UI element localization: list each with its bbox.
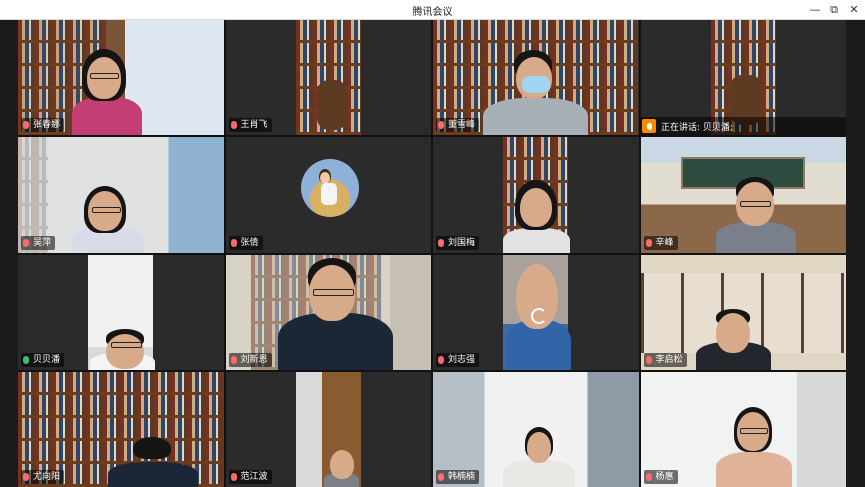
- participant-video: [503, 180, 570, 253]
- participant-name-label: 张春娜: [21, 118, 65, 133]
- participant-name-label: 张倩: [228, 235, 263, 250]
- participant-video: [108, 436, 198, 487]
- video-tile[interactable]: 刘国梅: [433, 137, 639, 253]
- video-grid: 张春娜 王肖飞 董雪峰 正在讲话: 贝贝潘; 吴萍 张倩 刘国梅 辛峰 贝贝潘 …: [18, 20, 846, 487]
- participant-video: [715, 406, 792, 487]
- participant-name-label: 李启松: [643, 352, 687, 367]
- mic-muted-icon: [230, 121, 237, 130]
- window-title-bar: 腾讯会议 — ⧉ ✕: [0, 0, 865, 20]
- video-tile[interactable]: 杨惠: [640, 371, 846, 487]
- video-tile[interactable]: 贝贝潘: [18, 254, 224, 370]
- video-tile[interactable]: 王肖飞: [225, 20, 431, 136]
- video-tile[interactable]: 刘新恩: [225, 254, 431, 370]
- minimize-button[interactable]: —: [807, 2, 823, 18]
- participant-name-label: 范江波: [228, 470, 272, 484]
- speaking-indicator: 正在讲话: 贝贝潘;: [640, 117, 846, 135]
- mic-muted-icon: [645, 238, 652, 247]
- video-tile[interactable]: 张倩: [225, 137, 431, 253]
- video-tile[interactable]: 吴萍: [18, 137, 224, 253]
- participant-name-label: 贝贝潘: [21, 352, 65, 367]
- mic-muted-icon: [438, 238, 444, 247]
- participant-name-label: 杨惠: [643, 470, 678, 484]
- video-tile[interactable]: 辛峰: [640, 137, 846, 253]
- maximize-button[interactable]: ⧉: [826, 2, 842, 18]
- mic-muted-icon: [438, 355, 444, 364]
- video-tile[interactable]: 刘志强: [433, 254, 639, 370]
- participant-video: [483, 50, 588, 136]
- loading-spinner: [531, 307, 547, 324]
- mic-muted-icon: [438, 473, 444, 481]
- video-tile[interactable]: 范江波: [225, 371, 431, 487]
- mic-muted-icon: [23, 121, 29, 130]
- participant-video: [714, 177, 796, 253]
- participant-avatar: [300, 159, 359, 218]
- mic-muted-icon: [23, 473, 29, 481]
- mic-active-icon: [23, 355, 29, 364]
- speaking-text: 正在讲话: 贝贝潘;: [661, 122, 733, 133]
- mic-muted-icon: [230, 355, 237, 364]
- video-tile[interactable]: 董雪峰: [433, 20, 639, 136]
- participant-name-label: 刘志强: [436, 352, 480, 367]
- mic-muted-icon: [23, 238, 29, 247]
- video-tile[interactable]: 尤向阳: [18, 371, 224, 487]
- participant-video: [323, 449, 359, 487]
- video-tile[interactable]: 李启松: [640, 254, 846, 370]
- close-button[interactable]: ✕: [846, 2, 862, 18]
- video-tile[interactable]: 正在讲话: 贝贝潘;: [640, 20, 846, 136]
- participant-name-label: 刘国梅: [436, 235, 480, 250]
- participant-video: [503, 426, 575, 487]
- participant-name-label: 王肖飞: [228, 118, 272, 133]
- participant-name-label: 董雪峰: [436, 118, 480, 133]
- mic-muted-icon: [438, 121, 444, 130]
- participant-video: [277, 257, 393, 370]
- participant-name-label: 韩楠楠: [436, 470, 480, 484]
- office-chair: [312, 80, 352, 135]
- speaker-icon: [642, 119, 656, 133]
- mic-muted-icon: [230, 238, 237, 247]
- participant-video: [70, 49, 142, 136]
- window-title: 腾讯会议: [412, 7, 453, 18]
- video-tile[interactable]: 张春娜: [18, 20, 224, 136]
- mic-muted-icon: [645, 473, 652, 481]
- participant-name-label: 辛峰: [643, 235, 678, 250]
- participant-video: [695, 307, 771, 370]
- participant-name-label: 刘新恩: [228, 352, 272, 367]
- mic-muted-icon: [230, 473, 237, 481]
- video-tile[interactable]: 韩楠楠: [433, 371, 639, 487]
- mic-muted-icon: [645, 355, 652, 364]
- participant-video: [90, 328, 158, 370]
- participant-video: [71, 181, 144, 253]
- participant-name-label: 尤向阳: [21, 470, 65, 484]
- participant-name-label: 吴萍: [21, 235, 56, 250]
